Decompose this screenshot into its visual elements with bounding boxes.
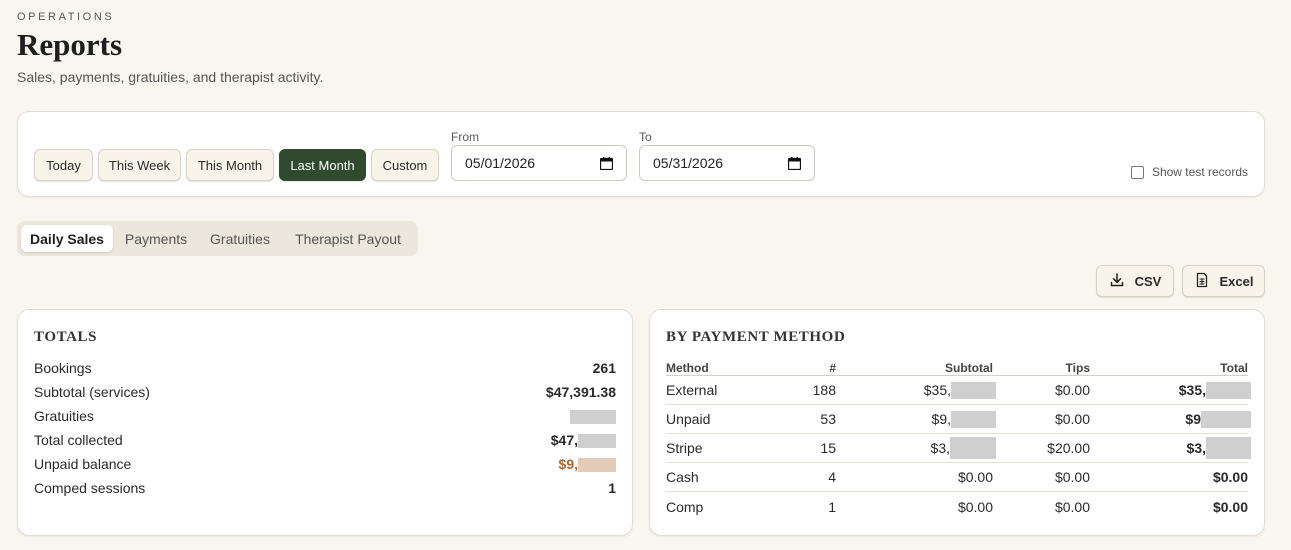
redacted-value (1206, 381, 1251, 399)
redacted-value (578, 458, 616, 473)
page-eyebrow: OPERATIONS (17, 11, 115, 23)
table-row: Stripe 15 $3, $20.00 $3, (666, 434, 1251, 463)
calendar-icon[interactable] (599, 156, 614, 170)
redacted-value (1201, 410, 1251, 428)
to-date-value: 05/31/2026 (653, 155, 724, 171)
redacted-value (1206, 437, 1251, 459)
totals-row-bookings: Bookings 261 (34, 360, 616, 376)
totals-title: TOTALS (34, 329, 98, 345)
payment-method-title: BY PAYMENT METHOD (666, 329, 846, 345)
tab-payments[interactable]: Payments (116, 225, 196, 252)
table-header: Method # Subtotal Tips Total (666, 360, 1248, 376)
show-test-records-checkbox[interactable] (1130, 165, 1144, 179)
redacted-value (950, 437, 996, 459)
table-row: Comp 1 $0.00 $0.00 $0.00 (666, 498, 1248, 515)
totals-row-total-collected: Total collected $47, (34, 428, 616, 452)
calendar-icon[interactable] (787, 156, 802, 170)
to-date-input[interactable]: 05/31/2026 (639, 145, 815, 181)
range-last-month-button[interactable]: Last Month (279, 149, 366, 181)
to-label: To (639, 130, 652, 144)
tab-daily-sales[interactable]: Daily Sales (21, 225, 113, 252)
totals-card: TOTALS Bookings 261 Subtotal (services) … (17, 309, 633, 536)
export-csv-label: CSV (1134, 273, 1162, 289)
totals-row-comped-sessions: Comped sessions 1 (34, 480, 616, 496)
export-excel-button[interactable]: Excel (1182, 265, 1265, 297)
page-title: Reports (17, 27, 123, 62)
download-icon (1109, 272, 1125, 291)
redacted-value (570, 410, 616, 425)
from-date-input[interactable]: 05/01/2026 (451, 145, 627, 181)
redacted-value (951, 410, 996, 428)
table-row: Unpaid 53 $9, $0.00 $9 (666, 405, 1251, 434)
range-this-week-button[interactable]: This Week (98, 149, 181, 181)
totals-row-unpaid-balance: Unpaid balance $9, (34, 452, 616, 476)
table-row: External 188 $35, $0.00 $35, (666, 376, 1251, 405)
tab-gratuities[interactable]: Gratuities (200, 225, 280, 252)
range-this-month-button[interactable]: This Month (186, 149, 274, 181)
redacted-value (951, 381, 996, 399)
from-date-value: 05/01/2026 (465, 155, 536, 171)
tab-therapist-payout[interactable]: Therapist Payout (284, 225, 412, 252)
range-custom-button[interactable]: Custom (371, 149, 439, 181)
range-today-button[interactable]: Today (34, 149, 93, 181)
show-test-records-label: Show test records (1151, 165, 1248, 179)
totals-row-gratuities: Gratuities (34, 404, 616, 428)
spreadsheet-icon (1194, 272, 1210, 291)
date-filter-card: Today This Week This Month Last Month Cu… (17, 111, 1265, 197)
show-test-records-toggle[interactable]: Show test records (1130, 165, 1248, 179)
from-label: From (451, 130, 479, 144)
report-tabs: Daily Sales Payments Gratuities Therapis… (17, 221, 418, 256)
totals-row-subtotal: Subtotal (services) $47,391.38 (34, 384, 616, 400)
table-row: Cash 4 $0.00 $0.00 $0.00 (666, 463, 1248, 492)
redacted-value (578, 434, 616, 449)
payment-method-card: BY PAYMENT METHOD Method # Subtotal Tips… (649, 309, 1265, 536)
export-csv-button[interactable]: CSV (1096, 265, 1174, 297)
page-subtitle: Sales, payments, gratuities, and therapi… (17, 69, 324, 85)
export-excel-label: Excel (1219, 273, 1254, 289)
payment-method-table: Method # Subtotal Tips Total External 18… (666, 360, 1251, 521)
